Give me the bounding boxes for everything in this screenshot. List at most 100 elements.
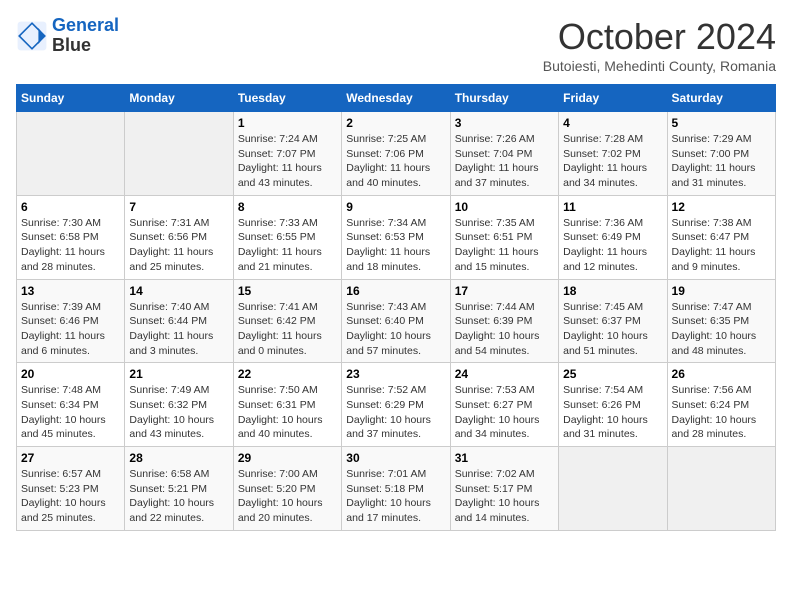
day-of-week-header: Friday (559, 85, 667, 112)
calendar-cell: 13Sunrise: 7:39 AMSunset: 6:46 PMDayligh… (17, 279, 125, 363)
calendar-cell: 9 Sunrise: 7:34 AMSunset: 6:53 PMDaylight… (342, 195, 450, 279)
cell-content: Sunrise: 7:54 AMSunset: 6:26 PMDaylight:… (563, 383, 662, 442)
day-number: 13 (21, 284, 120, 298)
calendar-cell: 8 Sunrise: 7:33 AMSunset: 6:55 PMDaylight… (233, 195, 341, 279)
calendar-cell (17, 112, 125, 196)
day-number: 19 (672, 284, 771, 298)
cell-content: Sunrise: 7:56 AMSunset: 6:24 PMDaylight:… (672, 383, 771, 442)
calendar-week-row: 1 Sunrise: 7:24 AMSunset: 7:07 PMDaylight… (17, 112, 776, 196)
calendar-cell: 14 Sunrise: 7:40 AMSunset: 6:44 PMDayligh… (125, 279, 233, 363)
day-number: 30 (346, 451, 445, 465)
day-of-week-header: Thursday (450, 85, 558, 112)
cell-content: Sunrise: 6:58 AMSunset: 5:21 PMDaylight:… (129, 467, 228, 526)
cell-content: Sunrise: 7:31 AMSunset: 6:56 PMDaylight:… (129, 216, 228, 275)
calendar-week-row: 20Sunrise: 7:48 AMSunset: 6:34 PMDayligh… (17, 363, 776, 447)
cell-content: Sunrise: 7:43 AMSunset: 6:40 PMDaylight:… (346, 300, 445, 359)
day-number: 29 (238, 451, 337, 465)
calendar-cell: 10 Sunrise: 7:35 AMSunset: 6:51 PMDayligh… (450, 195, 558, 279)
calendar-cell: 29 Sunrise: 7:00 AMSunset: 5:20 PMDayligh… (233, 447, 341, 531)
calendar-cell: 30 Sunrise: 7:01 AMSunset: 5:18 PMDayligh… (342, 447, 450, 531)
cell-content: Sunrise: 7:34 AMSunset: 6:53 PMDaylight:… (346, 216, 445, 275)
day-of-week-header: Wednesday (342, 85, 450, 112)
calendar-cell: 26 Sunrise: 7:56 AMSunset: 6:24 PMDayligh… (667, 363, 775, 447)
cell-content: Sunrise: 6:57 AMSunset: 5:23 PMDaylight:… (21, 467, 120, 526)
calendar-cell: 2 Sunrise: 7:25 AMSunset: 7:06 PMDaylight… (342, 112, 450, 196)
calendar-cell: 3Sunrise: 7:26 AMSunset: 7:04 PMDaylight… (450, 112, 558, 196)
cell-content: Sunrise: 7:30 AMSunset: 6:58 PMDaylight:… (21, 216, 120, 275)
cell-content: Sunrise: 7:01 AMSunset: 5:18 PMDaylight:… (346, 467, 445, 526)
day-number: 24 (455, 367, 554, 381)
day-number: 15 (238, 284, 337, 298)
cell-content: Sunrise: 7:53 AMSunset: 6:27 PMDaylight:… (455, 383, 554, 442)
calendar-cell: 25Sunrise: 7:54 AMSunset: 6:26 PMDayligh… (559, 363, 667, 447)
calendar-cell (125, 112, 233, 196)
cell-content: Sunrise: 7:40 AMSunset: 6:44 PMDaylight:… (129, 300, 228, 359)
calendar-cell: 4 Sunrise: 7:28 AMSunset: 7:02 PMDaylight… (559, 112, 667, 196)
day-number: 21 (129, 367, 228, 381)
calendar-cell: 20Sunrise: 7:48 AMSunset: 6:34 PMDayligh… (17, 363, 125, 447)
day-number: 31 (455, 451, 554, 465)
day-number: 6 (21, 200, 120, 214)
calendar-cell: 11Sunrise: 7:36 AMSunset: 6:49 PMDayligh… (559, 195, 667, 279)
logo-line2: Blue (52, 36, 119, 56)
page-header: General Blue October 2024 Butoiesti, Meh… (16, 16, 776, 74)
cell-content: Sunrise: 7:24 AMSunset: 7:07 PMDaylight:… (238, 132, 337, 191)
day-number: 9 (346, 200, 445, 214)
cell-content: Sunrise: 7:00 AMSunset: 5:20 PMDaylight:… (238, 467, 337, 526)
calendar-week-row: 6 Sunrise: 7:30 AMSunset: 6:58 PMDaylight… (17, 195, 776, 279)
day-number: 8 (238, 200, 337, 214)
day-number: 12 (672, 200, 771, 214)
cell-content: Sunrise: 7:02 AMSunset: 5:17 PMDaylight:… (455, 467, 554, 526)
day-number: 11 (563, 200, 662, 214)
calendar-table: SundayMondayTuesdayWednesdayThursdayFrid… (16, 84, 776, 531)
calendar-cell: 28Sunrise: 6:58 AMSunset: 5:21 PMDayligh… (125, 447, 233, 531)
day-number: 1 (238, 116, 337, 130)
cell-content: Sunrise: 7:52 AMSunset: 6:29 PMDaylight:… (346, 383, 445, 442)
day-of-week-header: Sunday (17, 85, 125, 112)
cell-content: Sunrise: 7:28 AMSunset: 7:02 PMDaylight:… (563, 132, 662, 191)
calendar-cell (667, 447, 775, 531)
cell-content: Sunrise: 7:44 AMSunset: 6:39 PMDaylight:… (455, 300, 554, 359)
day-number: 14 (129, 284, 228, 298)
cell-content: Sunrise: 7:29 AMSunset: 7:00 PMDaylight:… (672, 132, 771, 191)
cell-content: Sunrise: 7:25 AMSunset: 7:06 PMDaylight:… (346, 132, 445, 191)
calendar-header: SundayMondayTuesdayWednesdayThursdayFrid… (17, 85, 776, 112)
calendar-cell: 17 Sunrise: 7:44 AMSunset: 6:39 PMDayligh… (450, 279, 558, 363)
calendar-cell: 16Sunrise: 7:43 AMSunset: 6:40 PMDayligh… (342, 279, 450, 363)
cell-content: Sunrise: 7:50 AMSunset: 6:31 PMDaylight:… (238, 383, 337, 442)
calendar-cell (559, 447, 667, 531)
day-number: 2 (346, 116, 445, 130)
cell-content: Sunrise: 7:48 AMSunset: 6:34 PMDaylight:… (21, 383, 120, 442)
day-number: 17 (455, 284, 554, 298)
logo-text: General Blue (52, 16, 119, 56)
day-number: 5 (672, 116, 771, 130)
cell-content: Sunrise: 7:41 AMSunset: 6:42 PMDaylight:… (238, 300, 337, 359)
calendar-cell: 7Sunrise: 7:31 AMSunset: 6:56 PMDaylight… (125, 195, 233, 279)
day-number: 23 (346, 367, 445, 381)
cell-content: Sunrise: 7:35 AMSunset: 6:51 PMDaylight:… (455, 216, 554, 275)
day-of-week-header: Saturday (667, 85, 775, 112)
day-number: 10 (455, 200, 554, 214)
calendar-cell: 21 Sunrise: 7:49 AMSunset: 6:32 PMDayligh… (125, 363, 233, 447)
calendar-cell: 22Sunrise: 7:50 AMSunset: 6:31 PMDayligh… (233, 363, 341, 447)
calendar-cell: 6 Sunrise: 7:30 AMSunset: 6:58 PMDaylight… (17, 195, 125, 279)
logo: General Blue (16, 16, 119, 56)
month-title: October 2024 (543, 16, 776, 58)
calendar-cell: 24 Sunrise: 7:53 AMSunset: 6:27 PMDayligh… (450, 363, 558, 447)
calendar-cell: 27Sunrise: 6:57 AMSunset: 5:23 PMDayligh… (17, 447, 125, 531)
cell-content: Sunrise: 7:49 AMSunset: 6:32 PMDaylight:… (129, 383, 228, 442)
day-number: 26 (672, 367, 771, 381)
calendar-week-row: 27Sunrise: 6:57 AMSunset: 5:23 PMDayligh… (17, 447, 776, 531)
cell-content: Sunrise: 7:33 AMSunset: 6:55 PMDaylight:… (238, 216, 337, 275)
day-of-week-header: Tuesday (233, 85, 341, 112)
day-number: 4 (563, 116, 662, 130)
calendar-cell: 23 Sunrise: 7:52 AMSunset: 6:29 PMDayligh… (342, 363, 450, 447)
cell-content: Sunrise: 7:47 AMSunset: 6:35 PMDaylight:… (672, 300, 771, 359)
calendar-cell: 19 Sunrise: 7:47 AMSunset: 6:35 PMDayligh… (667, 279, 775, 363)
day-number: 18 (563, 284, 662, 298)
day-number: 3 (455, 116, 554, 130)
title-block: October 2024 Butoiesti, Mehedinti County… (543, 16, 776, 74)
location-subtitle: Butoiesti, Mehedinti County, Romania (543, 58, 776, 74)
cell-content: Sunrise: 7:38 AMSunset: 6:47 PMDaylight:… (672, 216, 771, 275)
cell-content: Sunrise: 7:45 AMSunset: 6:37 PMDaylight:… (563, 300, 662, 359)
